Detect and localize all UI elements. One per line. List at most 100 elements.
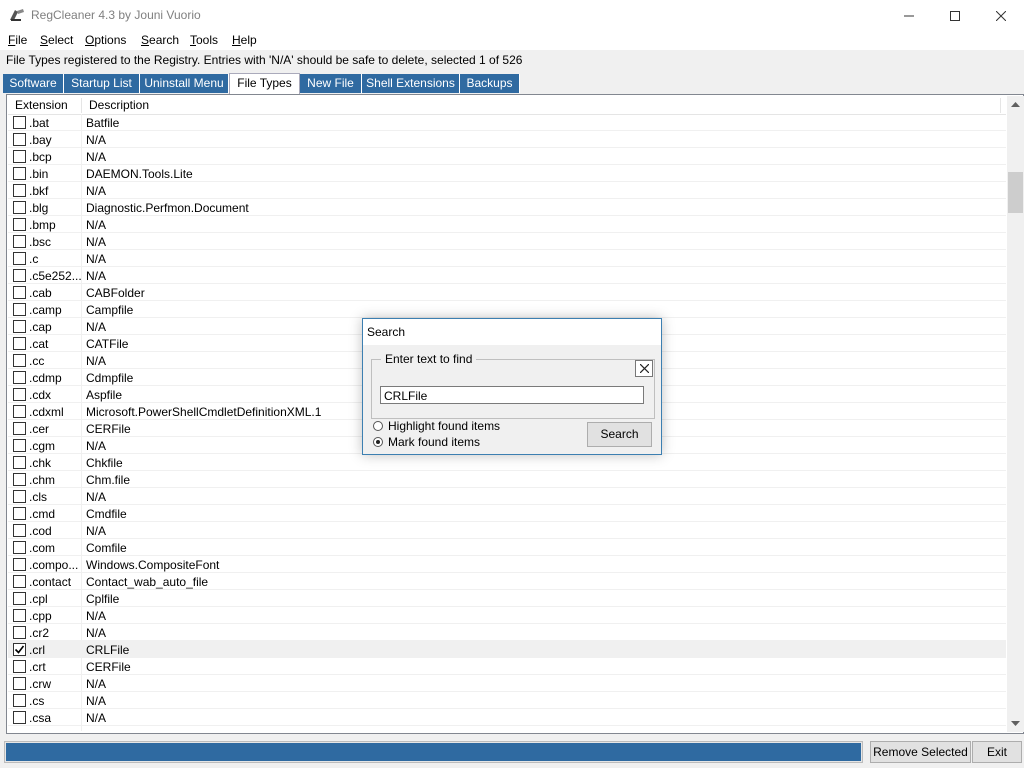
table-row[interactable]: .bsc N/A [8, 233, 1006, 250]
row-checkbox[interactable] [13, 643, 26, 656]
row-checkbox[interactable] [13, 439, 26, 452]
row-checkbox[interactable] [13, 541, 26, 554]
table-row[interactable]: .crl CRLFile [8, 641, 1006, 658]
row-checkbox[interactable] [13, 303, 26, 316]
menu-file[interactable]: File [8, 33, 27, 47]
menu-tools[interactable]: Tools [190, 33, 218, 47]
row-checkbox[interactable] [13, 507, 26, 520]
tab-file-types[interactable]: File Types [229, 73, 300, 94]
table-row[interactable]: .crw N/A [8, 675, 1006, 692]
tab-startup-list[interactable]: Startup List [64, 74, 140, 93]
table-row[interactable]: .bmp N/A [8, 216, 1006, 233]
minimize-button[interactable] [886, 0, 932, 31]
table-row[interactable]: .camp Campfile [8, 301, 1006, 318]
row-checkbox[interactable] [13, 575, 26, 588]
table-row[interactable]: .bat Batfile [8, 114, 1006, 131]
description-cell: Cmdfile [86, 507, 127, 521]
table-row[interactable]: .crt CERFile [8, 658, 1006, 675]
table-row[interactable]: .c N/A [8, 250, 1006, 267]
table-row[interactable]: .contact Contact_wab_auto_file [8, 573, 1006, 590]
tab-backups[interactable]: Backups [460, 74, 520, 93]
tab-shell-extensions[interactable]: Shell Extensions [362, 74, 460, 93]
row-checkbox[interactable] [13, 150, 26, 163]
row-checkbox[interactable] [13, 320, 26, 333]
column-header-extension[interactable]: Extension [8, 96, 81, 114]
table-row[interactable]: .bkf N/A [8, 182, 1006, 199]
row-checkbox[interactable] [13, 473, 26, 486]
table-row[interactable]: .cs N/A [8, 692, 1006, 709]
row-checkbox[interactable] [13, 405, 26, 418]
mark-found-radio[interactable] [373, 437, 383, 447]
tab-new-file[interactable]: New File [300, 74, 362, 93]
menu-help[interactable]: Help [232, 33, 257, 47]
row-checkbox[interactable] [13, 337, 26, 350]
search-button[interactable]: Search [587, 422, 652, 447]
row-checkbox[interactable] [13, 354, 26, 367]
remove-selected-button[interactable]: Remove Selected [870, 741, 971, 763]
table-row[interactable]: .cmd Cmdfile [8, 505, 1006, 522]
table-row[interactable]: .compo... Windows.CompositeFont [8, 556, 1006, 573]
highlight-found-radio[interactable] [373, 421, 383, 431]
row-checkbox[interactable] [13, 116, 26, 129]
table-row[interactable]: .cab CABFolder [8, 284, 1006, 301]
dialog-title-bar[interactable]: Search [363, 319, 661, 345]
table-row[interactable]: .bcp N/A [8, 148, 1006, 165]
row-checkbox[interactable] [13, 626, 26, 639]
column-header-description[interactable]: Description [82, 96, 1000, 114]
row-checkbox[interactable] [13, 201, 26, 214]
row-checkbox[interactable] [13, 592, 26, 605]
tab-uninstall-menu[interactable]: Uninstall Menu [140, 74, 229, 93]
exit-button[interactable]: Exit [972, 741, 1022, 763]
table-row[interactable]: .cpl Cplfile [8, 590, 1006, 607]
table-row[interactable]: .bin DAEMON.Tools.Lite [8, 165, 1006, 182]
row-checkbox[interactable] [13, 218, 26, 231]
row-checkbox[interactable] [13, 524, 26, 537]
row-checkbox[interactable] [13, 490, 26, 503]
menu-options[interactable]: Options [85, 33, 126, 47]
table-row[interactable]: .bay N/A [8, 131, 1006, 148]
row-checkbox[interactable] [13, 184, 26, 197]
row-checkbox[interactable] [13, 558, 26, 571]
scrollbar-thumb[interactable] [1008, 172, 1023, 213]
table-row[interactable]: .chm Chm.file [8, 471, 1006, 488]
row-checkbox[interactable] [13, 456, 26, 469]
close-button[interactable] [978, 0, 1024, 31]
dialog-close-button[interactable] [635, 360, 653, 377]
row-checkbox[interactable] [13, 252, 26, 265]
row-checkbox[interactable] [13, 286, 26, 299]
table-row[interactable]: .blg Diagnostic.Perfmon.Document [8, 199, 1006, 216]
row-checkbox[interactable] [13, 133, 26, 146]
row-checkbox[interactable] [13, 269, 26, 282]
table-row[interactable]: .csa N/A [8, 709, 1006, 726]
table-row[interactable]: .com Comfile [8, 539, 1006, 556]
row-checkbox[interactable] [13, 660, 26, 673]
scroll-up-arrow[interactable] [1007, 96, 1024, 113]
row-checkbox[interactable] [13, 167, 26, 180]
table-row[interactable]: .cod N/A [8, 522, 1006, 539]
row-checkbox[interactable] [13, 388, 26, 401]
menu-search[interactable]: Search [141, 33, 179, 47]
mark-found-label[interactable]: Mark found items [388, 435, 480, 449]
table-row[interactable]: .cr2 N/A [8, 624, 1006, 641]
row-checkbox[interactable] [13, 609, 26, 622]
tab-software[interactable]: Software [3, 74, 64, 93]
menu-select[interactable]: Select [40, 33, 73, 47]
column-divider[interactable] [1000, 98, 1001, 113]
row-checkbox[interactable] [13, 235, 26, 248]
description-cell: Comfile [86, 541, 127, 555]
search-text-input[interactable]: CRLFile [380, 386, 644, 404]
table-row[interactable]: .chk Chkfile [8, 454, 1006, 471]
row-checkbox[interactable] [13, 371, 26, 384]
table-row[interactable]: .cpp N/A [8, 607, 1006, 624]
description-cell: N/A [86, 694, 107, 708]
table-row[interactable]: .cls N/A [8, 488, 1006, 505]
vertical-scrollbar[interactable] [1007, 96, 1024, 732]
maximize-button[interactable] [932, 0, 978, 31]
scroll-down-arrow[interactable] [1007, 715, 1024, 732]
row-checkbox[interactable] [13, 677, 26, 690]
row-checkbox[interactable] [13, 694, 26, 707]
highlight-found-label[interactable]: Highlight found items [388, 419, 500, 433]
table-row[interactable]: .c5e252... N/A [8, 267, 1006, 284]
row-checkbox[interactable] [13, 422, 26, 435]
row-checkbox[interactable] [13, 711, 26, 724]
